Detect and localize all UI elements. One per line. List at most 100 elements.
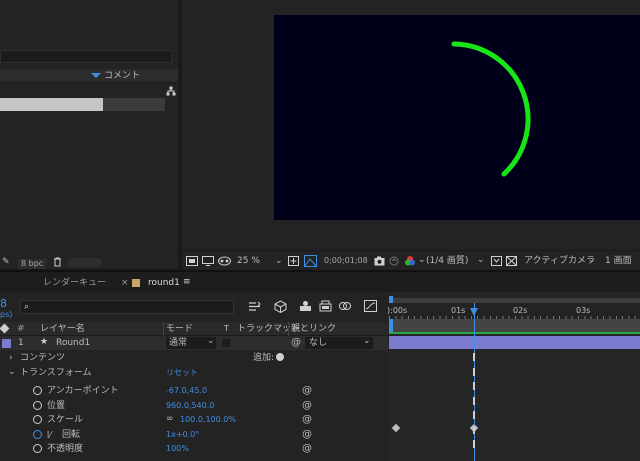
work-area-bar[interactable] <box>389 319 640 333</box>
comp-mini-flowchart-icon[interactable] <box>248 301 261 312</box>
property-label: 不透明度 <box>47 444 84 454</box>
close-tab-icon[interactable]: × <box>121 279 129 288</box>
expression-pickwhip-icon[interactable]: @ <box>302 415 312 425</box>
expression-pickwhip-icon[interactable]: @ <box>302 386 312 396</box>
project-item-row[interactable] <box>0 98 165 111</box>
pickwhip-icon[interactable]: @ <box>291 338 301 348</box>
add-property-icon[interactable] <box>276 353 284 361</box>
layer-label-color[interactable] <box>2 339 11 348</box>
column-t[interactable]: T <box>224 325 229 333</box>
transform-property-row[interactable]: 不透明度 100% @ <box>0 442 388 456</box>
column-parent-link[interactable]: 親とリンク <box>291 325 336 334</box>
transform-property-row[interactable]: 位置 960.0,540.0 @ <box>0 399 388 413</box>
blend-mode-chevron-icon: ⌄ <box>207 336 215 346</box>
tab-composition[interactable]: round1 <box>148 279 180 288</box>
layer-duration-bar[interactable] <box>389 336 640 349</box>
project-column-header <box>0 69 178 83</box>
parent-dropdown[interactable]: なし ⌄ <box>305 337 373 349</box>
playhead-track-marker <box>473 440 478 448</box>
zoom-dropdown[interactable]: 25 % ⌄ <box>235 255 283 267</box>
monitor-icon[interactable] <box>202 256 214 266</box>
project-search-field[interactable] <box>0 50 172 63</box>
layer-number: 1 <box>18 338 24 348</box>
green-arc-shape[interactable] <box>274 15 640 220</box>
transform-property-row[interactable]: ⌊⁄ 回転 1x+0.0° @ <box>0 428 388 442</box>
stopwatch-icon[interactable] <box>33 415 42 424</box>
time-graph: ):00s 01s 02s 03s <box>387 292 640 461</box>
work-area-start-handle[interactable] <box>389 319 393 333</box>
draft-3d-icon[interactable] <box>274 300 287 313</box>
show-snapshot-icon[interactable] <box>389 256 399 266</box>
property-value[interactable]: 1x+0.0° <box>166 430 199 439</box>
frame-indicator[interactable]: 8 <box>0 297 7 310</box>
ruler-label: 02s <box>513 306 528 315</box>
expression-pickwhip-icon[interactable]: @ <box>302 444 312 454</box>
column-layer-name[interactable]: レイヤー名 <box>40 325 85 334</box>
property-value[interactable]: 100.0,100.0% <box>180 416 236 424</box>
label-tag-icon[interactable] <box>0 323 10 334</box>
transform-property-row[interactable]: アンカーポイント -67.0,45.0 @ <box>0 384 388 398</box>
fast-preview-icon[interactable] <box>491 256 502 266</box>
resolution-dropdown[interactable]: (1/4 画質) <box>424 255 482 267</box>
constrain-proportions-icon[interactable]: ∞ <box>166 415 174 424</box>
comment-column-label[interactable]: コメント <box>104 72 140 81</box>
pen-icon[interactable]: ✎ <box>2 257 10 267</box>
mask-visibility-icon[interactable] <box>218 256 231 266</box>
resolution-chevron-icon[interactable]: ⌄ <box>477 256 485 265</box>
playhead-handle[interactable] <box>470 308 478 316</box>
collapse-arrow-icon[interactable]: ⌄ <box>8 368 16 377</box>
frame-blending-icon[interactable] <box>319 300 332 312</box>
property-value[interactable]: 100% <box>166 445 189 453</box>
property-label: アンカーポイント <box>47 386 119 396</box>
composition-canvas[interactable] <box>274 15 640 220</box>
graph-toggle-icon[interactable]: ⌊⁄ <box>47 430 51 439</box>
shy-layers-icon[interactable] <box>299 300 312 312</box>
graph-editor-icon[interactable] <box>364 300 377 312</box>
toggle-transparency-icon[interactable] <box>506 256 517 266</box>
expression-pickwhip-icon[interactable]: @ <box>302 429 312 440</box>
flowchart-icon[interactable] <box>166 86 176 96</box>
sort-dropdown-icon[interactable] <box>91 73 101 78</box>
transform-group-label[interactable]: トランスフォーム <box>20 369 92 378</box>
property-label: スケール <box>47 415 84 425</box>
layer-row[interactable]: 1 ★ Round1 通常 ⌄ @ なし ⌄ <box>0 336 388 350</box>
expression-pickwhip-icon[interactable]: @ <box>302 400 312 411</box>
snapshot-camera-icon[interactable] <box>374 256 385 266</box>
time-ruler[interactable]: ):00s 01s 02s 03s <box>387 303 640 319</box>
bpc-button[interactable]: 8 bpc <box>18 259 47 269</box>
layer-search-input[interactable]: ⌕ <box>20 300 234 314</box>
column-mode[interactable]: モード <box>166 325 193 334</box>
stopwatch-icon[interactable] <box>33 429 42 439</box>
grid-toggle-icon[interactable] <box>186 256 198 266</box>
tab-menu-icon[interactable]: ≡ <box>183 278 191 287</box>
property-value[interactable]: 960.0,540.0 <box>166 401 214 410</box>
camera-value: アクティブカメラ <box>524 256 596 266</box>
views-dropdown[interactable]: 1 画面 <box>602 255 640 267</box>
preserve-transparency-checkbox[interactable] <box>222 339 230 347</box>
stopwatch-icon[interactable] <box>33 386 42 395</box>
transparency-grid-icon[interactable] <box>304 255 317 267</box>
project-scrollbar[interactable] <box>68 258 102 267</box>
motion-blur-icon[interactable] <box>338 299 352 313</box>
stopwatch-icon[interactable] <box>33 400 42 410</box>
transform-property-row[interactable]: スケール ∞ 100.0,100.0% @ <box>0 413 388 427</box>
column-divider <box>288 322 289 336</box>
tab-render-queue[interactable]: レンダーキュー <box>43 279 106 288</box>
region-of-interest-icon[interactable] <box>288 256 299 266</box>
stopwatch-icon[interactable] <box>33 444 42 453</box>
current-timecode[interactable]: 0;00;01;08 <box>324 257 368 265</box>
camera-dropdown[interactable]: アクティブカメラ ⌄ <box>522 255 598 267</box>
transform-reset-link[interactable]: リセット <box>166 369 198 377</box>
trash-icon[interactable] <box>53 257 62 267</box>
timeline-panel: 8 ps) ⌕ # レイヤー名 モード T トラックマット 親とリンク 1 ★ <box>0 292 640 461</box>
composition-viewer <box>182 0 640 250</box>
property-value[interactable]: -67.0,45.0 <box>166 387 207 395</box>
expand-arrow-icon[interactable]: › <box>9 354 13 363</box>
contents-group-label[interactable]: コンテンツ <box>20 354 65 363</box>
add-property-label[interactable]: 追加: <box>253 354 274 363</box>
column-number[interactable]: # <box>17 325 25 334</box>
layer-name[interactable]: Round1 <box>56 339 90 348</box>
shape-layer-star-icon: ★ <box>40 337 49 347</box>
color-channels-icon[interactable] <box>404 255 416 267</box>
blend-mode-dropdown[interactable]: 通常 ⌄ <box>166 337 216 349</box>
